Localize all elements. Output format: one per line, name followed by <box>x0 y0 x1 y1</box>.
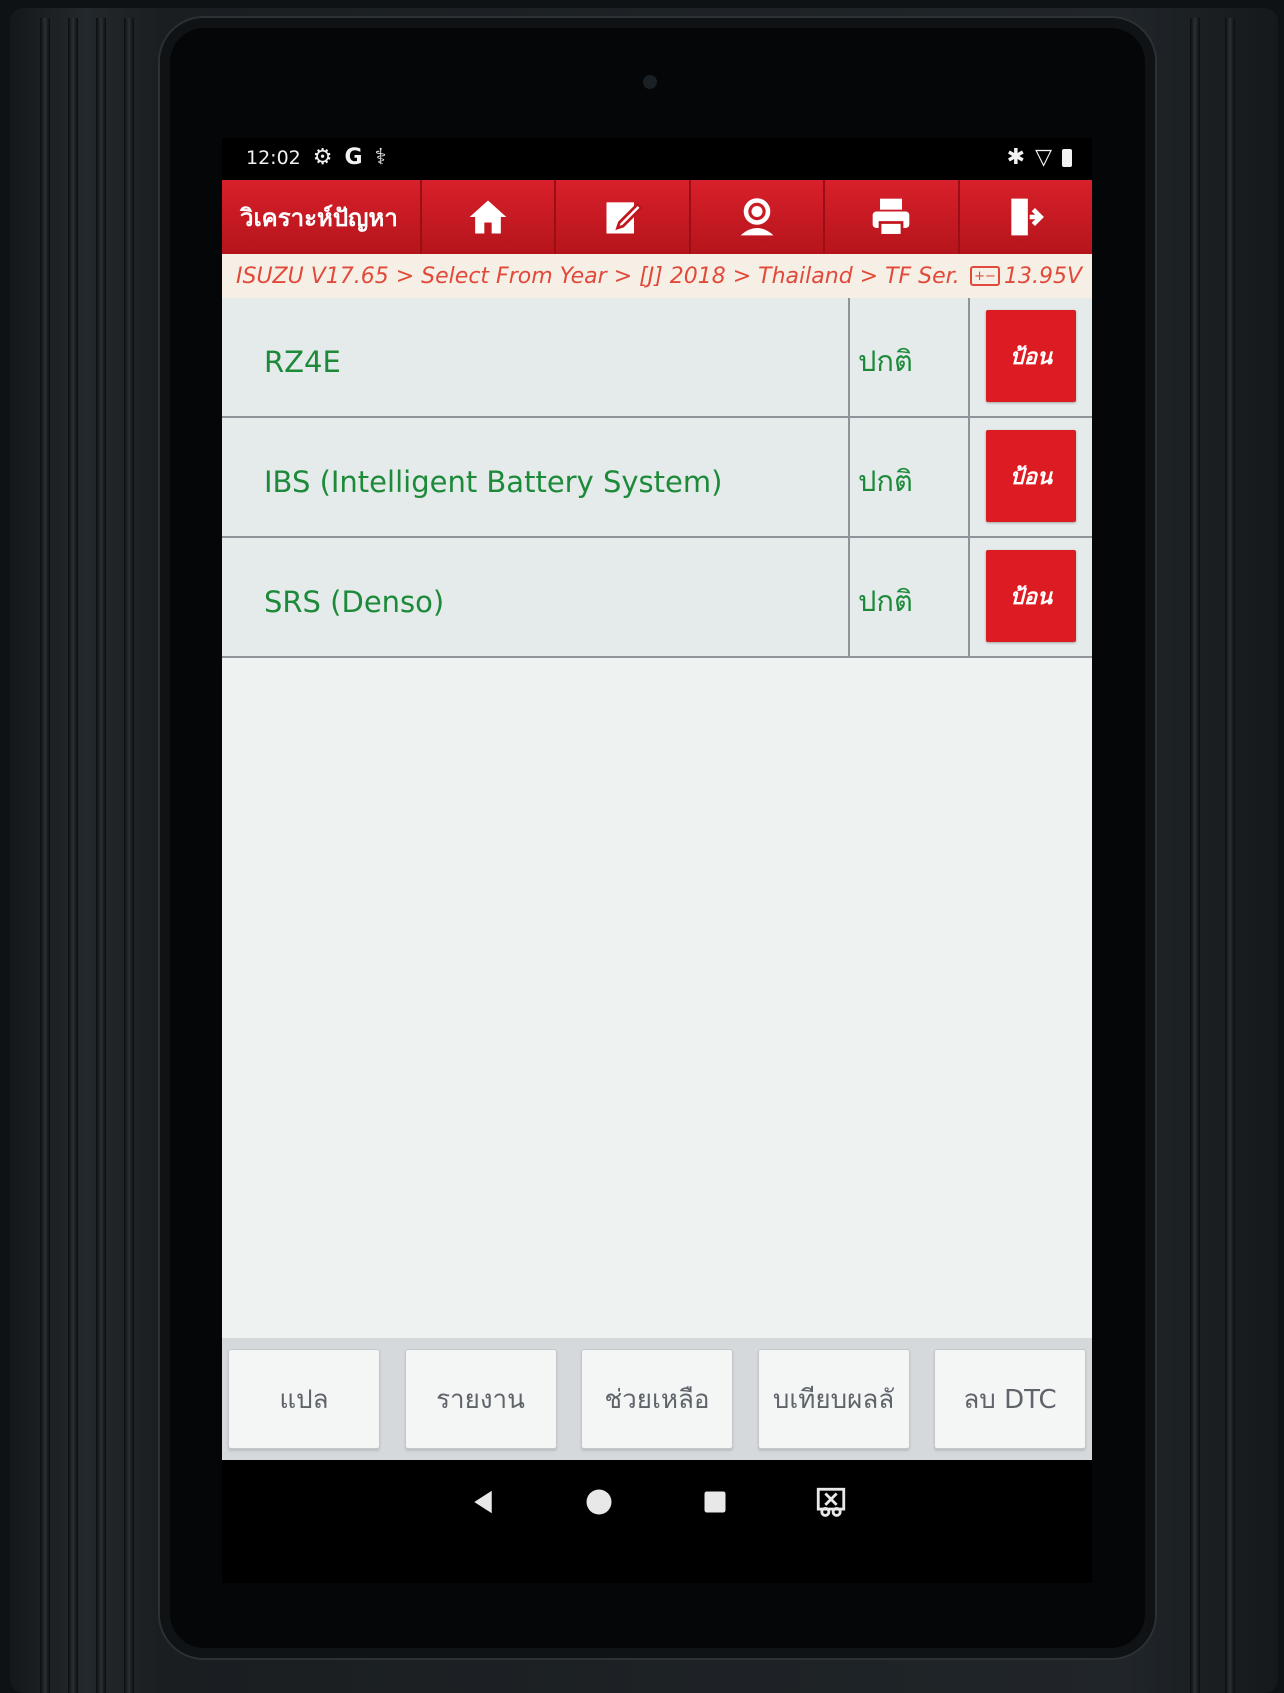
system-name: SRS (Denso) <box>222 538 850 656</box>
clear-dtc-button[interactable]: ลบ DTC <box>934 1349 1086 1449</box>
edit-button[interactable] <box>556 180 691 254</box>
function-bar: แปล รายงาน ช่วยเหลือ บเทียบผลลั ลบ DTC <box>222 1338 1092 1460</box>
list-item: IBS (Intelligent Battery System) ปกติ ป้… <box>222 418 1092 538</box>
exit-button[interactable] <box>960 180 1092 254</box>
status-time: 12:02 <box>246 147 301 169</box>
toolbar-title: วิเคราะห์ปัญหา <box>222 180 422 254</box>
system-name: IBS (Intelligent Battery System) <box>222 418 850 536</box>
battery-icon <box>1062 149 1072 167</box>
grip-ridge <box>40 18 50 1693</box>
grip-ridge <box>68 18 78 1693</box>
compare-results-button[interactable]: บเทียบผลลั <box>757 1349 910 1449</box>
help-button[interactable]: ช่วยเหลือ <box>581 1349 733 1449</box>
breadcrumb-bar: ISUZU V17.65 > Select From Year > [J] 20… <box>222 254 1092 298</box>
breadcrumb: ISUZU V17.65 > Select From Year > [J] 20… <box>236 263 958 289</box>
system-name: RZ4E <box>222 298 850 416</box>
app-toolbar: วิเคราะห์ปัญหา <box>222 180 1092 254</box>
tablet-screen: 12:02 ⚙ G ⚕ ✱ ▽ วิเคราะห์ปัญหา ISUZU V17… <box>222 138 1092 1583</box>
report-button[interactable]: รายงาน <box>404 1349 557 1449</box>
home-circle-icon[interactable] <box>581 1484 617 1520</box>
voltage-value: 13.95V <box>1003 263 1082 289</box>
user-support-icon <box>740 198 774 236</box>
system-list: RZ4E ปกติ ป้อน IBS (Intelligent Battery … <box>222 298 1092 1338</box>
support-button[interactable] <box>691 180 826 254</box>
translate-button[interactable]: แปล <box>228 1349 380 1449</box>
edit-icon <box>606 202 643 234</box>
list-item: SRS (Denso) ปกติ ป้อน <box>222 538 1092 658</box>
recents-icon[interactable] <box>697 1484 733 1520</box>
print-button[interactable] <box>825 180 960 254</box>
home-button[interactable] <box>422 180 557 254</box>
grip-ridge <box>1190 18 1200 1693</box>
grip-ridge <box>1225 18 1235 1693</box>
back-icon[interactable] <box>465 1484 501 1520</box>
home-icon <box>469 200 507 234</box>
exit-icon <box>1011 198 1044 236</box>
android-nav-bar <box>222 1460 1092 1583</box>
system-status: ปกติ <box>850 538 970 656</box>
car-battery-icon: +− <box>969 266 1000 286</box>
stethoscope-icon: ⚕ <box>374 145 387 170</box>
list-item: RZ4E ปกติ ป้อน <box>222 298 1092 418</box>
enter-button[interactable]: ป้อน <box>986 310 1076 402</box>
enter-button[interactable]: ป้อน <box>986 430 1076 522</box>
battery-voltage: +− 13.95V <box>969 263 1082 289</box>
grip-ridge <box>96 18 106 1693</box>
grip-ridge <box>124 18 134 1693</box>
printer-icon <box>873 198 910 237</box>
enter-button[interactable]: ป้อน <box>986 550 1076 642</box>
google-g-icon: G <box>344 145 363 170</box>
settings-gear-icon: ⚙ <box>312 145 333 170</box>
system-status: ปกติ <box>850 298 970 416</box>
bluetooth-icon: ✱ <box>1006 145 1026 170</box>
wifi-icon: ▽ <box>1035 145 1052 170</box>
front-camera <box>643 75 657 89</box>
system-status: ปกติ <box>850 418 970 536</box>
screenshot-icon[interactable] <box>813 1484 849 1520</box>
status-bar: 12:02 ⚙ G ⚕ ✱ ▽ <box>222 138 1092 178</box>
